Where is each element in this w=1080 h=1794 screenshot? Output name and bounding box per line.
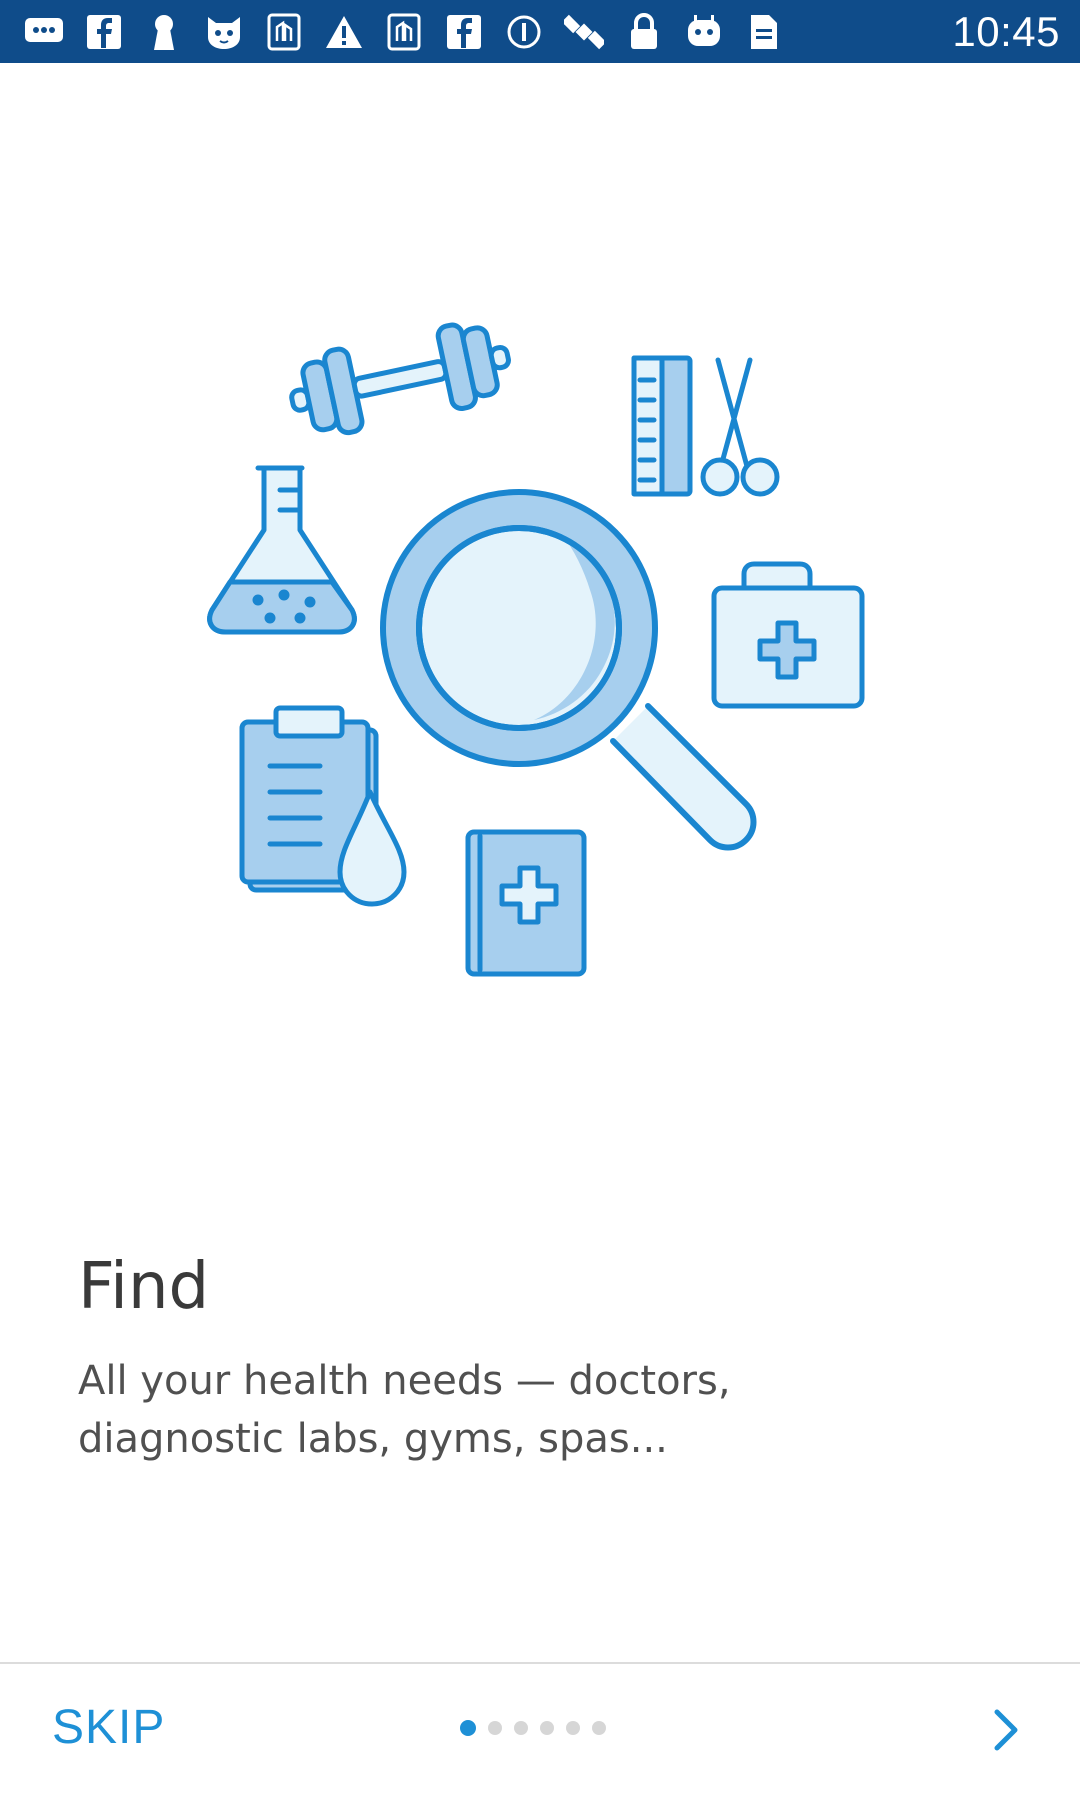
app-icon <box>262 10 306 54</box>
page-indicator <box>460 1720 606 1736</box>
chevron-right-icon <box>994 1709 1018 1751</box>
page-description: All your health needs — doctors, diagnos… <box>78 1358 731 1462</box>
android-icon <box>682 10 726 54</box>
medical-book-icon <box>465 829 587 977</box>
satellite-icon <box>562 10 606 54</box>
facebook-icon <box>442 10 486 54</box>
next-button[interactable] <box>984 1708 1028 1752</box>
facebook-icon <box>82 10 126 54</box>
magnifier-icon <box>380 489 757 851</box>
page-dot <box>566 1721 580 1735</box>
notification-icons <box>22 0 786 63</box>
skip-button[interactable]: SKIP <box>52 1700 165 1755</box>
page-dot <box>540 1721 554 1735</box>
clock: 10:45 <box>952 7 1060 55</box>
dumbbell-icon <box>289 322 511 436</box>
comb-scissors-icon <box>631 355 780 497</box>
page-dot <box>488 1721 502 1735</box>
document-icon <box>742 10 786 54</box>
page-dot <box>514 1721 528 1735</box>
status-right: 10:45 <box>952 0 1060 63</box>
health-services-illustration <box>207 322 865 977</box>
cat-icon <box>202 10 246 54</box>
footer-divider <box>0 1662 1080 1664</box>
keyhole-icon <box>142 10 186 54</box>
info-icon <box>502 10 546 54</box>
flask-icon <box>207 465 357 635</box>
page-title: Find <box>78 1250 210 1324</box>
lock-icon <box>622 10 666 54</box>
clipboard-drop-icon <box>239 705 407 907</box>
first-aid-kit-icon <box>711 561 865 709</box>
status-bar: 10:45 <box>0 0 1080 63</box>
chat-icon <box>22 10 66 54</box>
page-dot <box>592 1721 606 1735</box>
app-icon <box>382 10 426 54</box>
warning-icon <box>322 10 366 54</box>
page-dot-active <box>460 1720 476 1736</box>
